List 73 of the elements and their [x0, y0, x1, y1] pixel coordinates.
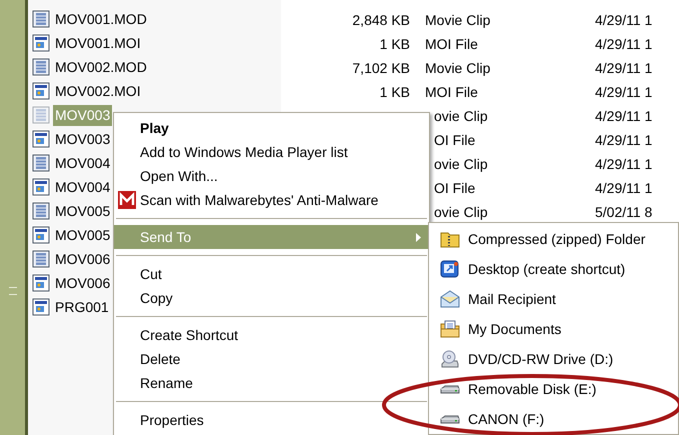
file-name[interactable]: MOV006 — [53, 272, 112, 294]
file-date: 4/29/11 1 — [595, 59, 652, 78]
m-logo-icon — [118, 191, 136, 209]
gripper-icon[interactable] — [8, 287, 16, 295]
menu-item[interactable]: Rename — [114, 371, 429, 395]
menu-item[interactable]: Mail Recipient — [429, 284, 678, 314]
file-size: 1 KB — [378, 83, 410, 102]
film-file-icon — [32, 154, 50, 172]
file-type: OI File — [434, 179, 476, 198]
file-date: 4/29/11 1 — [595, 35, 652, 54]
file-size: 2,848 KB — [351, 11, 410, 30]
film-file-icon — [32, 10, 50, 28]
file-size: 7,102 KB — [351, 59, 410, 78]
file-date: 4/29/11 1 — [595, 131, 652, 150]
menu-item[interactable]: Removable Disk (E:) — [429, 374, 678, 404]
file-name[interactable]: MOV002.MOI — [53, 80, 143, 102]
menu-item[interactable]: DVD/CD-RW Drive (D:) — [429, 344, 678, 374]
file-name[interactable]: MOV005 — [53, 200, 112, 222]
menu-item[interactable]: Delete — [114, 347, 429, 371]
window-file-icon — [32, 178, 50, 196]
file-name[interactable]: MOV004 — [53, 152, 112, 174]
submenu-arrow-icon — [416, 232, 421, 242]
file-date: 4/29/11 1 — [595, 179, 652, 198]
menu-item[interactable]: Compressed (zipped) Folder — [429, 224, 678, 254]
file-date: 4/29/11 1 — [595, 11, 652, 30]
drive-icon — [440, 414, 460, 424]
file-date: 4/29/11 1 — [595, 107, 652, 126]
film-file-icon — [32, 58, 50, 76]
window-file-icon — [32, 298, 50, 316]
menu-item[interactable]: Open With... — [114, 164, 429, 188]
window-file-icon — [32, 274, 50, 292]
menu-item[interactable]: Create Shortcut — [114, 323, 429, 347]
file-type: Movie Clip — [425, 59, 490, 78]
menu-item[interactable]: Play — [114, 116, 429, 140]
menu-item[interactable]: Desktop (create shortcut) — [429, 254, 678, 284]
menu-item[interactable]: Copy — [114, 286, 429, 310]
file-type: ovie Clip — [434, 107, 488, 126]
window-file-icon — [32, 226, 50, 244]
menu-item[interactable]: My Documents — [429, 314, 678, 344]
file-size: 1 KB — [378, 35, 410, 54]
file-name[interactable]: MOV003 — [53, 128, 112, 150]
file-name[interactable]: MOV005 — [53, 224, 112, 246]
file-type: MOI File — [425, 35, 478, 54]
file-type: MOI File — [425, 83, 478, 102]
file-name[interactable]: PRG001 — [53, 296, 111, 318]
file-type: OI File — [434, 131, 476, 150]
film-file-icon — [32, 250, 50, 268]
documents-folder-icon — [440, 319, 460, 339]
file-name[interactable]: MOV001.MOI — [53, 32, 143, 54]
menu-item[interactable]: Properties — [114, 408, 429, 432]
menu-item[interactable]: Cut — [114, 262, 429, 286]
film-file-icon — [32, 202, 50, 220]
file-name[interactable]: MOV006 — [53, 248, 112, 270]
file-date: 5/02/11 8 — [595, 203, 652, 222]
file-date: 4/29/11 1 — [595, 155, 652, 174]
file-type: ovie Clip — [434, 203, 488, 222]
file-type: Movie Clip — [425, 11, 490, 30]
window-file-icon — [32, 82, 50, 100]
file-name[interactable]: MOV004 — [53, 176, 112, 198]
drive-icon — [440, 384, 460, 394]
window-file-icon — [32, 34, 50, 52]
file-date: 4/29/11 1 — [595, 83, 652, 102]
file-type: ovie Clip — [434, 155, 488, 174]
window-file-icon — [32, 130, 50, 148]
disc-drive-icon — [440, 349, 460, 369]
file-name[interactable]: MOV001.MOD — [53, 8, 149, 30]
menu-item[interactable]: Add to Windows Media Player list — [114, 140, 429, 164]
menu-item[interactable]: Scan with Malwarebytes' Anti-Malware — [114, 188, 429, 212]
file-name[interactable]: MOV002.MOD — [53, 56, 149, 78]
menu-item[interactable]: CANON (F:) — [429, 404, 678, 434]
desktop-shortcut-icon — [440, 259, 460, 279]
envelope-icon — [440, 289, 460, 309]
film-file-icon — [32, 106, 50, 124]
